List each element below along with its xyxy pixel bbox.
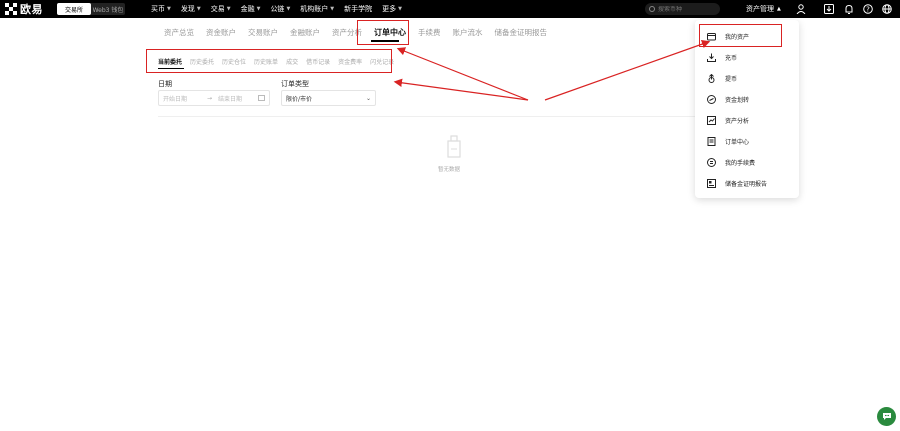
deposit-icon [707, 53, 716, 62]
main-nav: 买币 ▼ 发现 ▼ 交易 ▼ 金融 ▼ 公链 ▼ 机构账户 ▼ 新手学院 更多 ▼ [146, 0, 407, 18]
date-label: 日期 [158, 80, 172, 88]
download-icon[interactable] [823, 3, 835, 15]
chat-icon [882, 413, 891, 420]
chevron-down-icon: ▼ [226, 6, 231, 12]
date-range-picker[interactable]: 开始日期 → 结束日期 [158, 90, 270, 106]
tab-finance-account[interactable]: 金融账户 [284, 22, 326, 42]
logo-text: 欧易 [20, 3, 43, 16]
help-icon[interactable]: ? [862, 3, 874, 15]
menu-item-asset-analysis[interactable]: 资产分析 [707, 114, 749, 126]
nav-finance[interactable]: 金融 ▼ [236, 0, 266, 18]
tab-proof-of-reserves[interactable]: 储备金证明报告 [489, 22, 554, 42]
fee-icon [707, 157, 716, 167]
top-nav-bar: 欧易 交易所 Web3 钱包 买币 ▼ 发现 ▼ 交易 ▼ 金融 ▼ 公链 ▼ 机构账户 ▼… [0, 0, 900, 18]
report-icon [707, 178, 716, 188]
nav-institutional[interactable]: 机构账户 ▼ [295, 0, 339, 18]
order-type-label: 订单类型 [281, 80, 309, 88]
tab-asset-overview[interactable]: 资产总览 [158, 22, 200, 42]
filter-divider [158, 116, 758, 117]
okx-logo-mark [5, 2, 18, 16]
chat-support-button[interactable] [877, 407, 896, 426]
chevron-down-icon: ▼ [256, 6, 261, 12]
arrow-right-icon: → [207, 94, 213, 102]
svg-text:?: ? [866, 6, 870, 14]
start-date-placeholder[interactable]: 开始日期 [163, 94, 187, 103]
chevron-down-icon: ▼ [398, 6, 403, 12]
mode-web3-wallet[interactable]: Web3 钱包 [91, 3, 125, 15]
arrow-to-my-assets [544, 40, 711, 101]
menu-item-my-fees[interactable]: 我的手续费 [707, 156, 755, 168]
calendar-icon [258, 95, 265, 101]
tab-trading-account[interactable]: 交易账户 [242, 22, 284, 42]
transfer-icon [707, 94, 716, 104]
menu-item-proof-of-reserves[interactable]: 储备金证明报告 [707, 177, 767, 189]
search-box[interactable] [645, 3, 720, 15]
chevron-down-icon: ▼ [167, 6, 171, 12]
menu-item-transfer[interactable]: 资金划转 [707, 93, 749, 105]
order-type-select[interactable]: 限价/市价 ⌄ [281, 90, 376, 106]
arrow-to-order-center-tab [396, 47, 529, 101]
mode-toggle[interactable]: 交易所 Web3 钱包 [57, 3, 125, 15]
highlight-my-assets [699, 24, 782, 47]
withdraw-icon [707, 73, 716, 83]
bell-icon[interactable] [843, 3, 855, 15]
menu-item-deposit[interactable]: 充币 [707, 51, 737, 63]
chevron-up-icon: ▲ [777, 6, 781, 12]
order-icon [707, 136, 716, 146]
search-input[interactable] [658, 5, 713, 13]
nav-trade[interactable]: 交易 ▼ [206, 0, 236, 18]
account-tabs: 资产总览 资金账户 交易账户 金融账户 资产分析 订单中心 手续费 账户流水 储… [158, 22, 553, 42]
tab-fees[interactable]: 手续费 [412, 22, 447, 42]
chevron-down-icon: ▼ [286, 6, 291, 12]
arrow-to-order-subtabs [393, 78, 529, 101]
search-icon [649, 6, 655, 12]
empty-state-text: 暂无数据 [438, 167, 461, 173]
nav-discover[interactable]: 发现 ▼ [176, 0, 206, 18]
tab-account-statement[interactable]: 账户流水 [447, 22, 489, 42]
highlight-order-center-tab [357, 20, 409, 45]
chevron-down-icon: ▼ [330, 6, 335, 12]
nav-learn[interactable]: 新手学院 [339, 0, 377, 18]
highlight-order-subtabs [146, 49, 392, 73]
order-type-value: 限价/市价 [286, 95, 313, 103]
mode-exchange[interactable]: 交易所 [57, 3, 91, 15]
menu-item-order-center[interactable]: 订单中心 [707, 135, 749, 147]
globe-icon[interactable] [881, 3, 893, 15]
menu-item-withdraw[interactable]: 提币 [707, 72, 737, 84]
analysis-icon [707, 115, 716, 125]
chevron-down-icon: ⌄ [365, 94, 371, 102]
nav-chain[interactable]: 公链 ▼ [265, 0, 295, 18]
asset-management-menu[interactable]: 资产管理 ▲ [746, 0, 781, 18]
user-icon[interactable] [795, 3, 807, 15]
tab-funding-account[interactable]: 资金账户 [200, 22, 242, 42]
chevron-down-icon: ▼ [196, 6, 201, 12]
empty-state-icon [447, 135, 461, 158]
nav-more[interactable]: 更多 ▼ [377, 0, 407, 18]
nav-buy-crypto[interactable]: 买币 ▼ [146, 0, 176, 18]
end-date-placeholder[interactable]: 结束日期 [218, 94, 242, 103]
okx-logo[interactable]: 欧易 [5, 2, 43, 16]
